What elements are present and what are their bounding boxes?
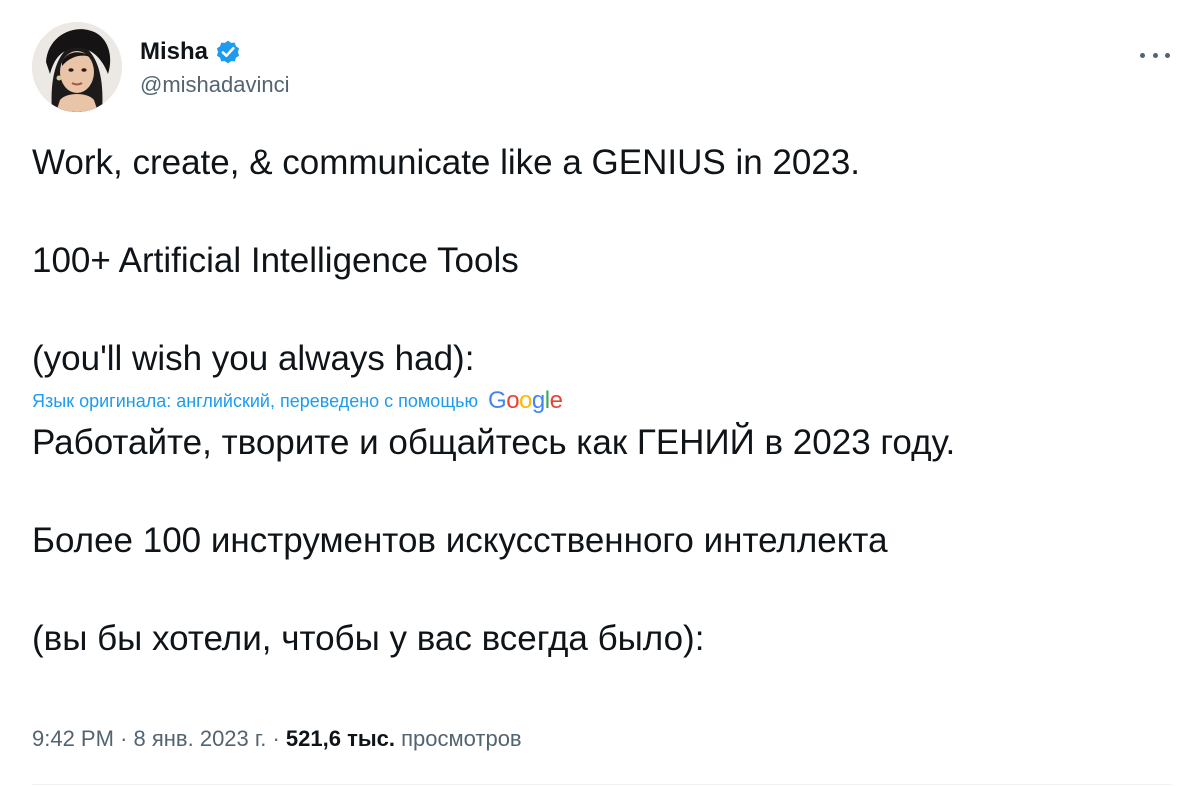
tweet-card: Misha @mishadavinci Work, create, & comm…: [0, 0, 1196, 786]
views-count[interactable]: 521,6 тыс.: [286, 726, 395, 751]
display-name[interactable]: Misha: [140, 36, 208, 68]
translation-label[interactable]: Язык оригинала: английский, переведено с…: [32, 389, 478, 413]
tweet-text-line: (you'll wish you always had):: [32, 339, 475, 378]
tweet-meta: 9:42 PM · 8 янв. 2023 г. · 521,6 тыс. пр…: [32, 724, 522, 754]
user-handle[interactable]: @mishadavinci: [140, 70, 290, 100]
divider: [32, 784, 1172, 785]
google-logo-icon: Google: [488, 387, 563, 414]
tweet-date[interactable]: 8 янв. 2023 г.: [134, 726, 267, 751]
tweet-text-line: 100+ Artificial Intelligence Tools: [32, 241, 519, 280]
translated-text-line: Работайте, творите и общайтесь как ГЕНИЙ…: [32, 423, 956, 462]
author-info: Misha @mishadavinci: [140, 36, 290, 100]
avatar[interactable]: [32, 22, 122, 112]
tweet-text-line: Work, create, & communicate like a GENIU…: [32, 143, 861, 182]
tweet-header: Misha @mishadavinci: [32, 22, 1172, 116]
tweet-time[interactable]: 9:42 PM: [32, 726, 114, 751]
translated-text-line: Более 100 инструментов искусственного ин…: [32, 521, 888, 560]
meta-separator: ·: [120, 726, 128, 751]
verified-badge-icon: [214, 38, 242, 66]
name-row: Misha: [140, 36, 290, 68]
avatar-illustration: [32, 22, 122, 112]
views-label: просмотров: [401, 726, 522, 751]
translated-text-line: (вы бы хотели, чтобы у вас всегда было):: [32, 619, 705, 658]
meta-separator: ·: [272, 726, 280, 751]
translation-attribution[interactable]: Язык оригинала: английский, переведено с…: [32, 386, 1172, 416]
more-options-icon[interactable]: [1140, 50, 1170, 60]
tweet-body: Work, create, & communicate like a GENIU…: [32, 142, 1172, 660]
